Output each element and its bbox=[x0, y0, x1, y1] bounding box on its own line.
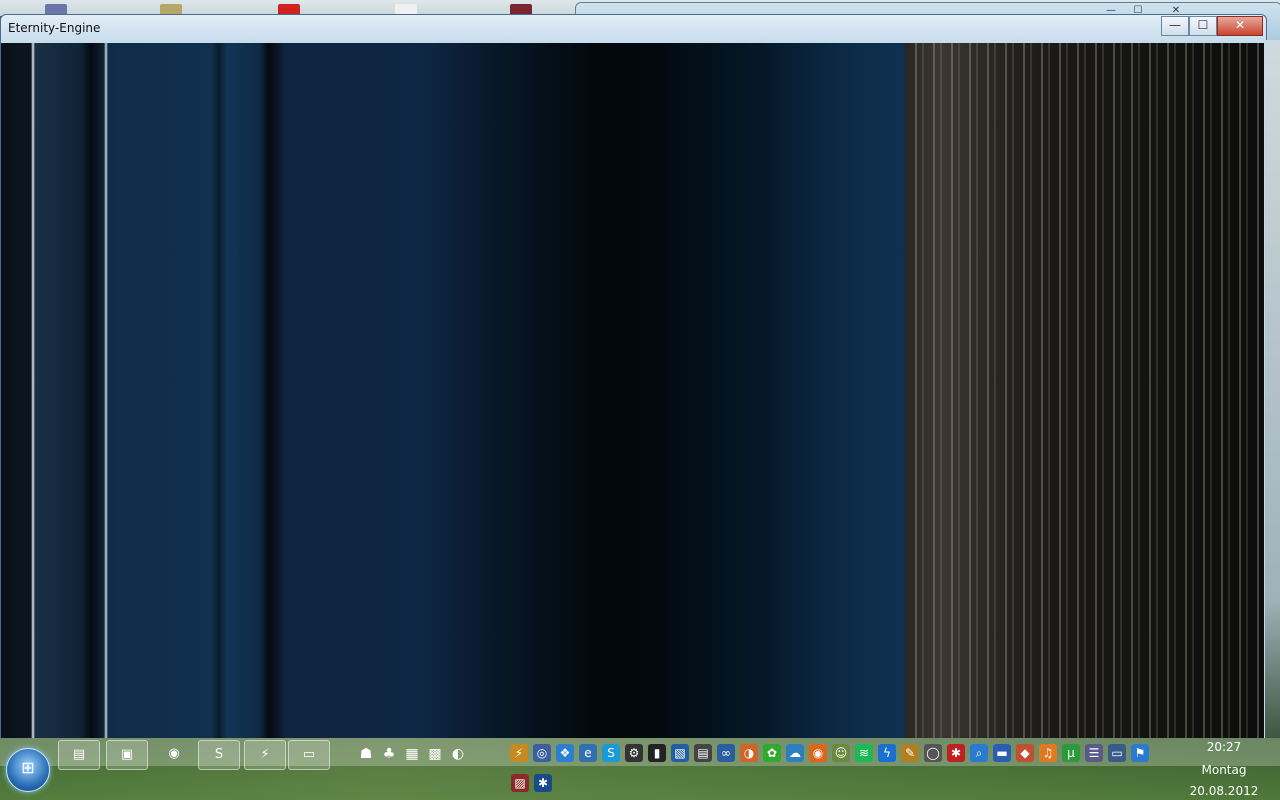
firefox-icon[interactable]: ◉ bbox=[154, 740, 194, 768]
spotify-icon[interactable]: ≋ bbox=[855, 744, 873, 762]
eternity-icon[interactable]: ◐ bbox=[444, 740, 472, 768]
utorrent-icon[interactable]: µ bbox=[1062, 744, 1080, 762]
winamp-icon[interactable]: ⚡ bbox=[244, 740, 286, 770]
taskbar: ⊞ ▲ 20:27 Montag 20.08.2012 ▤▣◉S⚡▭☗♣▦▩◐⚡… bbox=[0, 738, 1280, 800]
browser-icon[interactable]: ◑ bbox=[740, 744, 758, 762]
render-viewport[interactable] bbox=[1, 43, 1264, 739]
window-title: Eternity-Engine bbox=[8, 21, 101, 35]
image-icon[interactable]: ▧ bbox=[671, 744, 689, 762]
steam-icon[interactable]: ⚙ bbox=[625, 744, 643, 762]
clock-day: Montag bbox=[1201, 763, 1247, 777]
tool-icon[interactable]: ✎ bbox=[901, 744, 919, 762]
e-icon[interactable]: e bbox=[579, 744, 597, 762]
title-bar[interactable]: Eternity-Engine — ☐ ✕ bbox=[1, 15, 1266, 43]
desktop-edge bbox=[1265, 40, 1280, 740]
splash-icon[interactable]: ✱ bbox=[947, 744, 965, 762]
wifi-icon[interactable]: ⚑ bbox=[1131, 744, 1149, 762]
main-window: Eternity-Engine — ☐ ✕ bbox=[0, 14, 1267, 740]
start-button[interactable]: ⊞ bbox=[6, 748, 50, 792]
music-icon[interactable]: ♫ bbox=[1039, 744, 1057, 762]
window-icon[interactable]: ▭ bbox=[288, 740, 330, 770]
icq-icon[interactable]: ✿ bbox=[763, 744, 781, 762]
link-icon[interactable]: ∞ bbox=[717, 744, 735, 762]
network-icon[interactable]: ☁ bbox=[786, 744, 804, 762]
firefox-tray-icon[interactable]: ◉ bbox=[809, 744, 827, 762]
diamond-icon[interactable]: ◆ bbox=[1016, 744, 1034, 762]
lightning-icon[interactable]: ϟ bbox=[878, 744, 896, 762]
minimize-button[interactable]: — bbox=[1161, 16, 1189, 36]
striped-icon[interactable]: ▨ bbox=[511, 774, 529, 792]
glitch-stripes bbox=[906, 43, 1264, 739]
windows-explorer-icon[interactable]: ▣ bbox=[106, 740, 148, 770]
clock-time: 20:27 bbox=[1206, 740, 1242, 754]
close-button[interactable]: ✕ bbox=[1217, 16, 1263, 36]
portrait-icon[interactable]: ☺ bbox=[832, 744, 850, 762]
bluetooth-icon[interactable]: ✱ bbox=[534, 774, 552, 792]
gps-icon[interactable]: ▤ bbox=[694, 744, 712, 762]
skype-icon[interactable]: S bbox=[198, 740, 240, 770]
magnifier-icon[interactable]: ⌕ bbox=[970, 744, 988, 762]
clock-date: 20.08.2012 bbox=[1189, 784, 1259, 798]
chat-icon[interactable]: ☰ bbox=[1085, 744, 1103, 762]
dropbox-icon[interactable]: ❖ bbox=[556, 744, 574, 762]
skype-tray-icon[interactable]: S bbox=[602, 744, 620, 762]
explorer-icon[interactable]: ▤ bbox=[58, 740, 100, 770]
circle-icon[interactable]: ◯ bbox=[924, 744, 942, 762]
terminal-icon[interactable]: ▮ bbox=[648, 744, 666, 762]
maximize-button[interactable]: ☐ bbox=[1189, 16, 1217, 36]
winamp-tray-icon[interactable]: ⚡ bbox=[510, 744, 528, 762]
monitor-icon[interactable]: ▭ bbox=[1108, 744, 1126, 762]
windows-logo-icon: ⊞ bbox=[21, 758, 35, 777]
cd-icon[interactable]: ◎ bbox=[533, 744, 551, 762]
blue-bar-icon[interactable]: ▬ bbox=[993, 744, 1011, 762]
